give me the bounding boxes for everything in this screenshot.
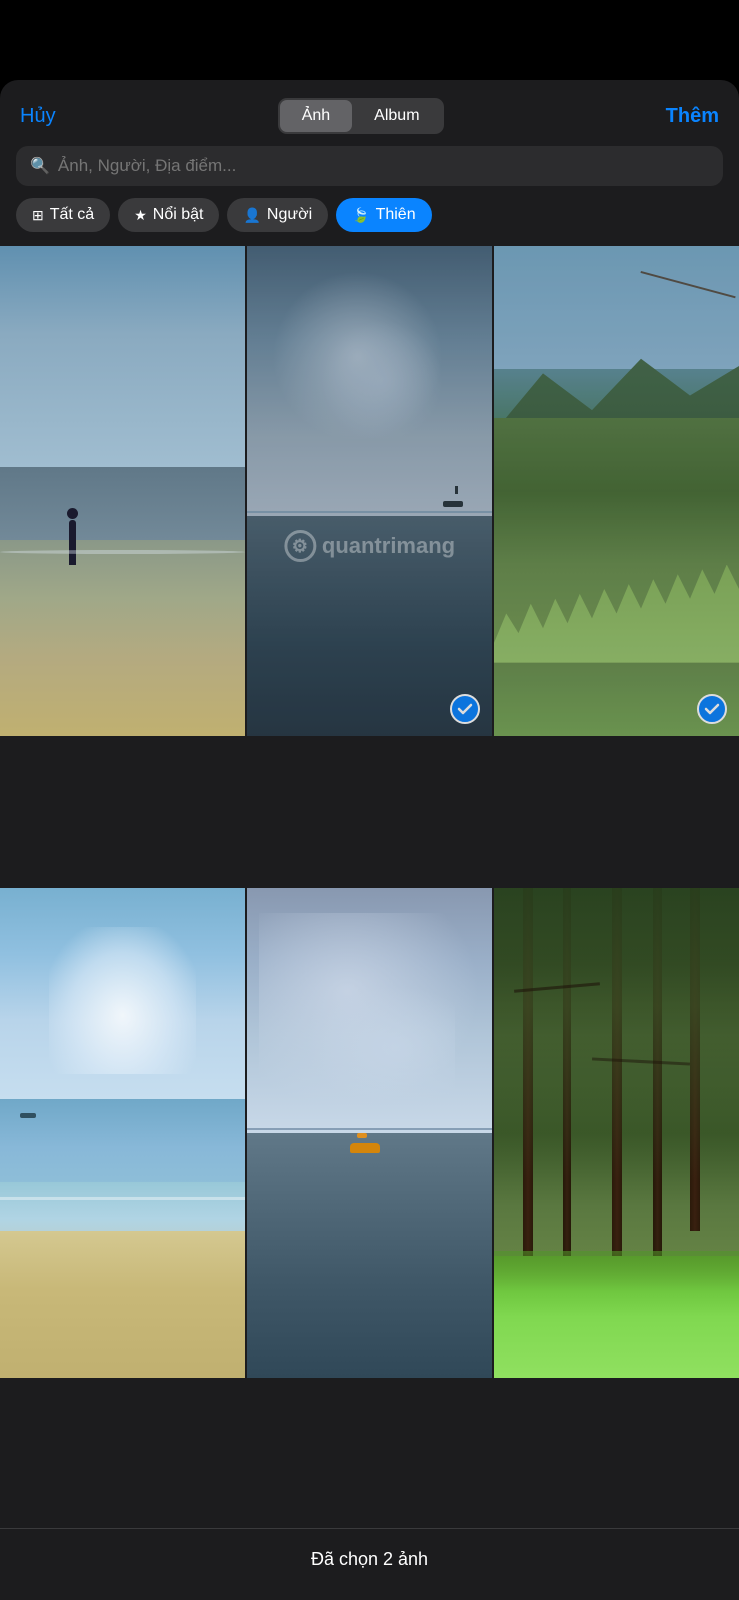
photo-cell-4[interactable] xyxy=(0,888,245,1378)
search-bar: 🔍 xyxy=(16,146,723,186)
segment-control: Ảnh Album xyxy=(278,98,444,134)
filter-tab-all[interactable]: ⊞ Tất cả xyxy=(16,198,110,232)
person-icon: 👤 xyxy=(243,207,260,224)
bottom-bar: Đã chọn 2 ảnh xyxy=(0,1528,739,1600)
filter-tab-nature[interactable]: 🍃 Thiên xyxy=(336,198,431,232)
star-icon: ★ xyxy=(134,207,147,224)
add-button[interactable]: Thêm xyxy=(666,105,719,128)
grid-icon: ⊞ xyxy=(32,207,44,224)
filter-tab-people-label: Người xyxy=(267,206,312,224)
photo-cell-5[interactable] xyxy=(247,888,492,1378)
leaf-icon: 🍃 xyxy=(352,207,369,224)
photos-segment-button[interactable]: Ảnh xyxy=(280,100,352,132)
check-badge-3 xyxy=(697,694,727,724)
filter-tab-nature-label: Thiên xyxy=(376,206,416,224)
photo-grid xyxy=(0,246,739,1528)
filter-tab-all-label: Tất cả xyxy=(50,206,94,224)
filter-tab-people[interactable]: 👤 Người xyxy=(227,198,328,232)
albums-segment-button[interactable]: Album xyxy=(352,100,441,132)
photo-cell-1[interactable] xyxy=(0,246,245,736)
cancel-button[interactable]: Hủy xyxy=(20,105,56,128)
search-input[interactable] xyxy=(58,156,709,176)
modal-container: Hủy Ảnh Album Thêm 🔍 ⊞ Tất cả ★ Nổi bật … xyxy=(0,80,739,1600)
filter-tab-featured[interactable]: ★ Nổi bật xyxy=(118,198,219,232)
header: Hủy Ảnh Album Thêm xyxy=(0,80,739,146)
selected-count-text: Đã chọn 2 ảnh xyxy=(311,1549,428,1569)
photo-cell-2[interactable] xyxy=(247,246,492,736)
filter-tabs: ⊞ Tất cả ★ Nổi bật 👤 Người 🍃 Thiên xyxy=(0,198,739,246)
photo-cell-6[interactable] xyxy=(494,888,739,1378)
photo-cell-3[interactable] xyxy=(494,246,739,736)
check-badge-2 xyxy=(450,694,480,724)
filter-tab-featured-label: Nổi bật xyxy=(153,206,204,224)
search-icon: 🔍 xyxy=(30,156,50,176)
